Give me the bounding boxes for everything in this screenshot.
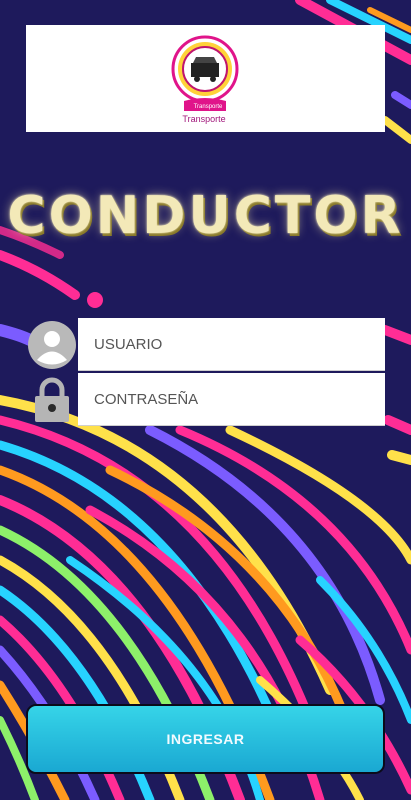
username-input[interactable] — [78, 318, 385, 370]
logo-card: Transporte Transporte — [26, 25, 385, 132]
logo-brand-text: Transporte — [193, 104, 223, 110]
username-field[interactable] — [78, 318, 385, 371]
logo-subtitle: Transporte — [182, 114, 226, 124]
page-title: CONDUCTOR — [7, 186, 404, 246]
login-button[interactable]: INGRESAR — [26, 704, 385, 774]
user-avatar-icon — [28, 321, 76, 369]
password-field[interactable] — [78, 373, 385, 426]
password-input[interactable] — [78, 373, 385, 425]
lock-icon — [35, 377, 69, 422]
